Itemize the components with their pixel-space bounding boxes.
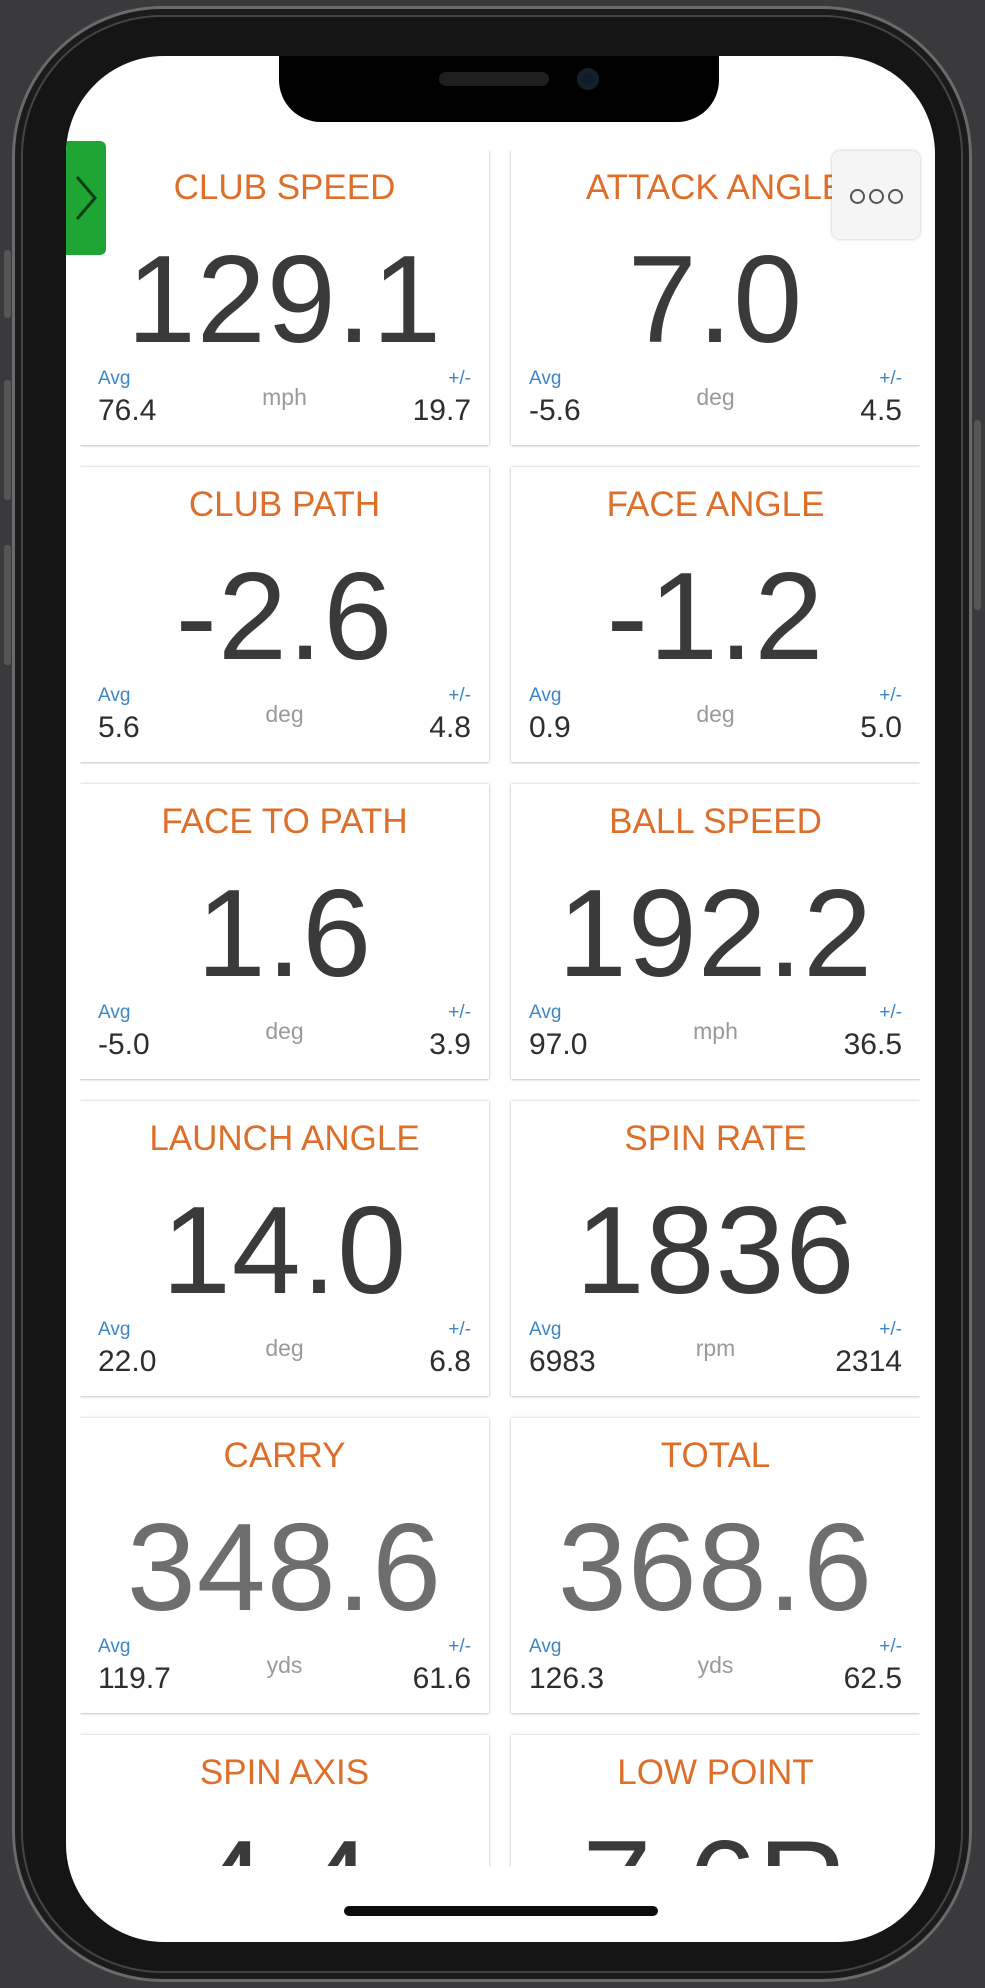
mute-switch xyxy=(4,250,11,318)
speaker-grille xyxy=(439,72,549,86)
deviation-value: 36.5 xyxy=(843,1028,902,1061)
metric-value: 129.1 xyxy=(126,231,443,369)
deviation-label: +/- xyxy=(879,1319,902,1340)
deviation-label: +/- xyxy=(448,685,471,706)
metric-value: -2.6 xyxy=(175,548,394,686)
metric-card[interactable]: SPIN RATE 1836 Avg 6983 rpm +/- 2314 xyxy=(511,1101,920,1396)
metric-unit: deg xyxy=(265,1018,304,1044)
metric-unit: deg xyxy=(265,1335,304,1361)
volume-up-button xyxy=(4,380,11,500)
chevron-right-icon xyxy=(75,176,97,220)
metric-value: 1836 xyxy=(575,1182,856,1320)
metric-card[interactable]: FACE TO PATH 1.6 Avg -5.0 deg +/- 3.9 xyxy=(80,784,489,1079)
metric-card[interactable]: CLUB SPEED 129.1 Avg 76.4 mph +/- 19.7 xyxy=(80,150,489,445)
metric-title: LAUNCH ANGLE xyxy=(149,1119,420,1158)
notch xyxy=(279,56,719,122)
deviation-label: +/- xyxy=(879,685,902,706)
deviation-label: +/- xyxy=(879,368,902,389)
metric-title: SPIN AXIS xyxy=(199,1753,370,1792)
metric-unit: deg xyxy=(696,384,735,410)
metric-title: TOTAL xyxy=(660,1436,771,1475)
deviation-value: 61.6 xyxy=(412,1662,471,1695)
sidebar-toggle-button[interactable] xyxy=(66,141,106,255)
metric-card[interactable]: CARRY 348.6 Avg 119.7 yds +/- 61.6 xyxy=(80,1418,489,1713)
app-screen: CLUB SPEED 129.1 Avg 76.4 mph +/- 19.7 ATTACK A… xyxy=(66,56,935,1942)
deviation-label: +/- xyxy=(879,1636,902,1657)
metric-value: 192.2 xyxy=(557,865,874,1003)
metric-title: LOW POINT xyxy=(617,1753,814,1792)
deviation-label: +/- xyxy=(448,1319,471,1340)
metric-card[interactable]: TOTAL 368.6 Avg 126.3 yds +/- 62.5 xyxy=(511,1418,920,1713)
deviation-value: 5.0 xyxy=(860,711,902,744)
metric-value: 7.6R xyxy=(511,1823,920,1866)
deviation-value: 4.8 xyxy=(429,711,471,744)
deviation-value: 6.8 xyxy=(429,1345,471,1378)
metrics-grid: CLUB SPEED 129.1 Avg 76.4 mph +/- 19.7 ATTACK A… xyxy=(80,150,920,1866)
metric-value: 14.0 xyxy=(161,1182,408,1320)
deviation-label: +/- xyxy=(448,1002,471,1023)
deviation-label: +/- xyxy=(448,368,471,389)
metric-unit: deg xyxy=(696,701,735,727)
metric-card[interactable]: SPIN AXIS 4.4 xyxy=(80,1735,489,1866)
metric-value: 368.6 xyxy=(557,1499,874,1637)
deviation-value: 3.9 xyxy=(429,1028,471,1061)
more-menu-button[interactable] xyxy=(832,151,920,239)
deviation-label: +/- xyxy=(879,1002,902,1023)
metric-card[interactable]: LOW POINT 7.6R xyxy=(511,1735,920,1866)
deviation-value: 2314 xyxy=(835,1345,902,1378)
metric-card[interactable]: LAUNCH ANGLE 14.0 Avg 22.0 deg +/- 6.8 xyxy=(80,1101,489,1396)
metric-title: SPIN RATE xyxy=(624,1119,807,1158)
metric-value: 7.0 xyxy=(627,231,804,369)
deviation-value: 19.7 xyxy=(412,394,471,427)
volume-down-button xyxy=(4,545,11,665)
metric-title: BALL SPEED xyxy=(609,802,822,841)
deviation-value: 62.5 xyxy=(843,1662,902,1695)
metric-unit: deg xyxy=(265,701,304,727)
power-button xyxy=(974,420,981,610)
metric-title: FACE TO PATH xyxy=(161,802,408,841)
metric-value: 1.6 xyxy=(196,865,373,1003)
metric-title: FACE ANGLE xyxy=(606,485,825,524)
metric-title: CARRY xyxy=(223,1436,346,1475)
metric-card[interactable]: FACE ANGLE -1.2 Avg 0.9 deg +/- 5.0 xyxy=(511,467,920,762)
metric-value: 348.6 xyxy=(126,1499,443,1637)
metric-title: CLUB SPEED xyxy=(173,168,396,207)
metric-title: CLUB PATH xyxy=(188,485,381,524)
metric-card[interactable]: BALL SPEED 192.2 Avg 97.0 mph +/- 36.5 xyxy=(511,784,920,1079)
metric-value: -1.2 xyxy=(606,548,825,686)
metric-card[interactable]: CLUB PATH -2.6 Avg 5.6 deg +/- 4.8 xyxy=(80,467,489,762)
deviation-value: 4.5 xyxy=(860,394,902,427)
deviation-label: +/- xyxy=(448,1636,471,1657)
home-indicator[interactable] xyxy=(344,1906,658,1916)
front-camera xyxy=(577,68,599,90)
metric-value: 4.4 xyxy=(80,1823,489,1866)
